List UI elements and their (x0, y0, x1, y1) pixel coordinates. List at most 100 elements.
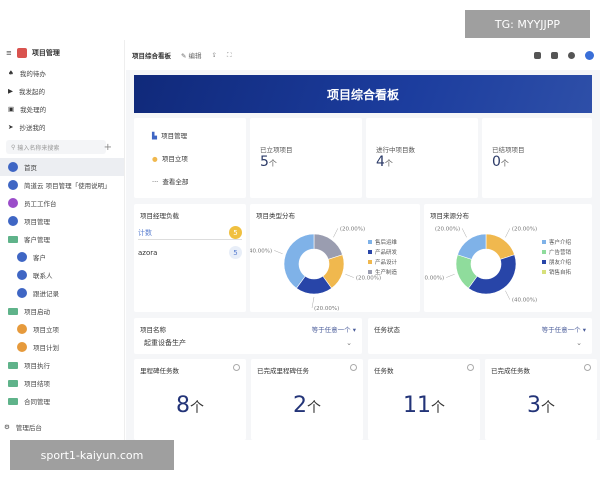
count-badge: 5 (229, 246, 242, 259)
filter-operator[interactable]: 等于任意一个 ▾ (542, 324, 586, 334)
share-icon[interactable]: ⇪ (212, 51, 217, 59)
sidebar-item-label: 简道云 项目管理「使用说明」 (24, 182, 111, 190)
sidebar-item[interactable]: 项目管理 (0, 212, 124, 230)
manager-load-card: 项目经理负载 计数 5 azora 5 (134, 204, 246, 312)
sidebar-item-label: 联系人 (33, 272, 53, 280)
sidebar-item[interactable]: 项目结项 (0, 374, 124, 392)
sidebar-item[interactable]: 跟进记录 (0, 284, 124, 302)
info-icon[interactable] (350, 364, 357, 371)
bell-icon: ♠ (8, 69, 14, 77)
quick-item[interactable]: ▶ 我发起的 (0, 82, 124, 100)
label-leader (505, 290, 511, 300)
sidebar-item[interactable]: 首页 (0, 158, 124, 176)
filter-operator-label: 等于任意一个 (541, 326, 581, 334)
admin-label: 管理后台 (15, 424, 42, 432)
filter-operator[interactable]: 等于任意一个 ▾ (312, 324, 356, 334)
avatar[interactable] (585, 50, 594, 60)
chart-title: 项目类型分布 (256, 212, 295, 220)
search-placeholder: 输入名称来搜索 (17, 144, 60, 152)
sidebar-item[interactable]: 项目计划 (0, 338, 124, 356)
sidebar-item[interactable]: 客户 (0, 248, 124, 266)
load-header: 计数 5 (138, 226, 242, 240)
sidebar-item[interactable]: 联系人 (0, 266, 124, 284)
folder-icon (8, 379, 18, 387)
sidebar-item[interactable]: 项目立项 (0, 320, 124, 338)
app-icon (8, 180, 18, 190)
coin-icon: ● (152, 155, 158, 163)
project-icon: ▙ (152, 132, 157, 140)
load-header-label: 计数 (138, 228, 152, 237)
sidebar-item[interactable]: 合同管理 (0, 392, 124, 410)
quick-item[interactable]: ▣ 我处理的 (0, 100, 124, 118)
main: 项目综合看板 ✎ 编辑 ⇪ ⛶ 项目综合看板 ▙ 项目管理 ● 项目立项 ···… (126, 40, 600, 440)
dashboard-banner: 项目综合看板 (134, 75, 592, 113)
legend-label: 客户介绍 (549, 238, 572, 246)
info-icon[interactable] (233, 364, 240, 371)
count-badge: 5 (229, 226, 242, 239)
task-stat-card: 任务数 11个 (368, 359, 480, 440)
gear-icon: ⚙ (4, 423, 10, 431)
sidebar-item[interactable]: 员工工作台 (0, 194, 124, 212)
legend-swatch (542, 260, 546, 264)
quick-item[interactable]: ♠ 我的待办 (0, 64, 124, 82)
legend-label: 产品研发 (375, 248, 398, 256)
inbox-icon: ▣ (8, 105, 15, 113)
add-button[interactable]: + (104, 142, 112, 153)
filter-operator-label: 等于任意一个 (311, 326, 351, 334)
legend-swatch (542, 240, 546, 244)
stat-value: 0 (492, 154, 501, 170)
info-icon[interactable] (467, 364, 474, 371)
stat-card: 已立项项目 5个 (250, 118, 362, 198)
edit-button[interactable]: ✎ 编辑 (181, 50, 202, 60)
stat-label: 进行中项目数 (376, 146, 415, 154)
load-row[interactable]: azora 5 (138, 246, 242, 259)
label-leader (446, 273, 455, 278)
quick-item-label: 抄送我的 (19, 124, 46, 132)
info-icon[interactable] (584, 364, 591, 371)
filter-select[interactable]: 起重设备生产 ⌄ (138, 336, 358, 350)
shortcut-project-management[interactable]: ▙ 项目管理 (152, 130, 188, 140)
sidebar-item-label: 项目执行 (24, 362, 50, 370)
quick-item-label: 我发起的 (19, 88, 45, 96)
app-icon (17, 342, 27, 352)
app-icon (8, 162, 18, 172)
chevron-down-icon: ⌄ (346, 339, 352, 347)
notification-icon[interactable] (551, 51, 558, 59)
slice-label: 0.00%) (425, 276, 445, 282)
sidebar-item-label: 项目结项 (24, 380, 50, 388)
sidebar-item[interactable]: 简道云 项目管理「使用说明」 (0, 176, 124, 194)
shortcut-view-all[interactable]: ··· 查看全部 (152, 176, 188, 186)
menu-icon[interactable]: ≡ (6, 49, 12, 57)
sidebar-item[interactable]: 项目执行 (0, 356, 124, 374)
legend-label: 广告营销 (549, 248, 572, 256)
shortcut-label: 项目立项 (161, 155, 188, 163)
app-icon[interactable] (534, 51, 541, 59)
shortcut-project-initiation[interactable]: ● 项目立项 (152, 153, 188, 163)
quick-item[interactable]: ➤ 抄送我的 (0, 118, 124, 136)
fullscreen-icon[interactable]: ⛶ (227, 51, 232, 60)
stat-label: 已立项项目 (260, 146, 293, 154)
task-stat-unit: 个 (190, 400, 204, 416)
app-icon (17, 288, 27, 298)
filter-select[interactable]: ⌄ (372, 336, 588, 350)
filter-value: 起重设备生产 (144, 339, 186, 347)
folder-icon (8, 235, 18, 243)
sidebar: ≡ 项目管理 ♠ 我的待办 ▶ 我发起的 ▣ 我处理的 ➤ 抄送我的 ⚲ 输入名称来搜索 + 首页… (0, 40, 125, 440)
legend-label: 售后运维 (375, 238, 398, 246)
chart-title: 项目来源分布 (430, 212, 469, 220)
task-stat-label: 已完成任务数 (491, 367, 530, 375)
sidebar-item[interactable]: 项目启动 (0, 302, 124, 320)
sidebar-item[interactable]: 客户管理 (0, 230, 124, 248)
admin-link[interactable]: ⚙ 管理后台 (0, 418, 42, 436)
folder-icon (8, 361, 18, 369)
folder-icon (8, 307, 18, 315)
slice-label: (20.00%) (435, 226, 460, 232)
filter-card: 任务状态 等于任意一个 ▾ ⌄ (368, 318, 592, 354)
legend-swatch (542, 250, 546, 254)
help-icon[interactable] (568, 51, 575, 59)
stat-value: 5 (260, 154, 269, 170)
search-input[interactable]: ⚲ 输入名称来搜索 (6, 140, 106, 154)
play-icon: ▶ (8, 87, 13, 95)
stat-card: 已结项项目 0个 (482, 118, 592, 198)
legend-swatch (368, 270, 372, 274)
